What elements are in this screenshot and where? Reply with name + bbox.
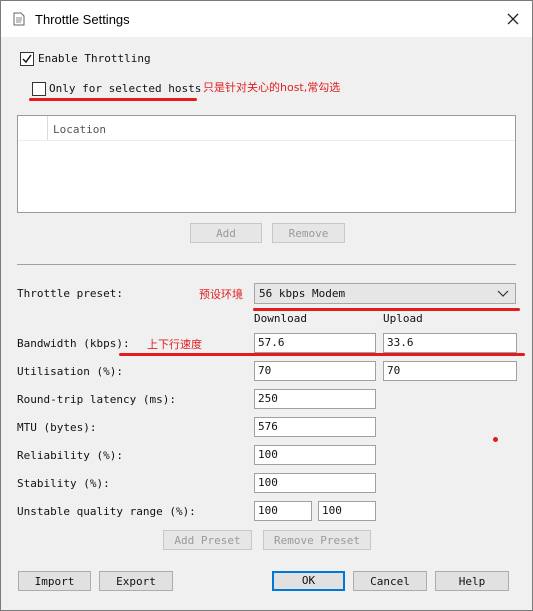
latency-input[interactable]: 250	[254, 389, 376, 409]
mtu-label: MTU (bytes):	[17, 421, 97, 434]
utilisation-label: Utilisation (%):	[17, 365, 123, 378]
checkmark-icon	[22, 54, 32, 64]
only-selected-hosts-checkbox[interactable]	[32, 82, 46, 96]
annotation-dot	[493, 437, 498, 442]
stability-input[interactable]: 100	[254, 473, 376, 493]
only-selected-hosts-label: Only for selected hosts	[49, 82, 202, 95]
bandwidth-download-input[interactable]: 57.6	[254, 333, 376, 353]
document-icon	[13, 12, 25, 26]
throttle-preset-value: 56 kbps Modem	[259, 287, 346, 300]
import-button[interactable]: Import	[18, 571, 91, 591]
latency-label: Round-trip latency (ms):	[17, 393, 176, 406]
stability-label: Stability (%):	[17, 477, 110, 490]
upload-column-label: Upload	[383, 312, 423, 325]
annotation-underline-bandwidth	[119, 353, 525, 356]
annotation-bandwidth-note: 上下行速度	[147, 338, 202, 351]
annotation-hosts-note: 只是针对关心的host,常勾选	[203, 81, 341, 94]
mtu-input[interactable]: 576	[254, 417, 376, 437]
reliability-input[interactable]: 100	[254, 445, 376, 465]
annotation-preset-note: 预设环境	[199, 288, 243, 301]
bandwidth-label: Bandwidth (kbps):	[17, 337, 130, 350]
annotation-underline-preset	[253, 308, 520, 311]
reliability-label: Reliability (%):	[17, 449, 123, 462]
row-header-cell	[18, 116, 48, 140]
close-icon[interactable]	[501, 7, 525, 31]
throttle-preset-select[interactable]: 56 kbps Modem	[254, 283, 516, 304]
enable-throttling-label: Enable Throttling	[38, 52, 151, 65]
chevron-down-icon	[497, 290, 509, 297]
annotation-underline-hosts	[29, 98, 197, 101]
utilisation-download-input[interactable]: 70	[254, 361, 376, 381]
enable-throttling-checkbox[interactable]	[20, 52, 34, 66]
window-title: Throttle Settings	[35, 12, 130, 27]
unstable-range-max-input[interactable]: 100	[318, 501, 376, 521]
section-divider	[17, 264, 516, 265]
export-button[interactable]: Export	[99, 571, 173, 591]
location-column-header[interactable]: Location	[53, 123, 106, 136]
throttle-settings-dialog: Throttle Settings Enable Throttling Only…	[0, 0, 533, 611]
help-button[interactable]: Help	[435, 571, 509, 591]
ok-button[interactable]: OK	[272, 571, 345, 591]
utilisation-upload-input[interactable]: 70	[383, 361, 517, 381]
remove-host-button[interactable]: Remove	[272, 223, 345, 243]
add-host-button[interactable]: Add	[190, 223, 262, 243]
remove-preset-button[interactable]: Remove Preset	[263, 530, 371, 550]
unstable-range-label: Unstable quality range (%):	[17, 505, 196, 518]
title-bar: Throttle Settings	[1, 1, 532, 37]
throttle-preset-label: Throttle preset:	[17, 287, 123, 300]
unstable-range-min-input[interactable]: 100	[254, 501, 312, 521]
bandwidth-upload-input[interactable]: 33.6	[383, 333, 517, 353]
header-divider	[18, 140, 515, 141]
hosts-list[interactable]: Location	[17, 115, 516, 213]
add-preset-button[interactable]: Add Preset	[163, 530, 252, 550]
cancel-button[interactable]: Cancel	[353, 571, 427, 591]
download-column-label: Download	[254, 312, 307, 325]
